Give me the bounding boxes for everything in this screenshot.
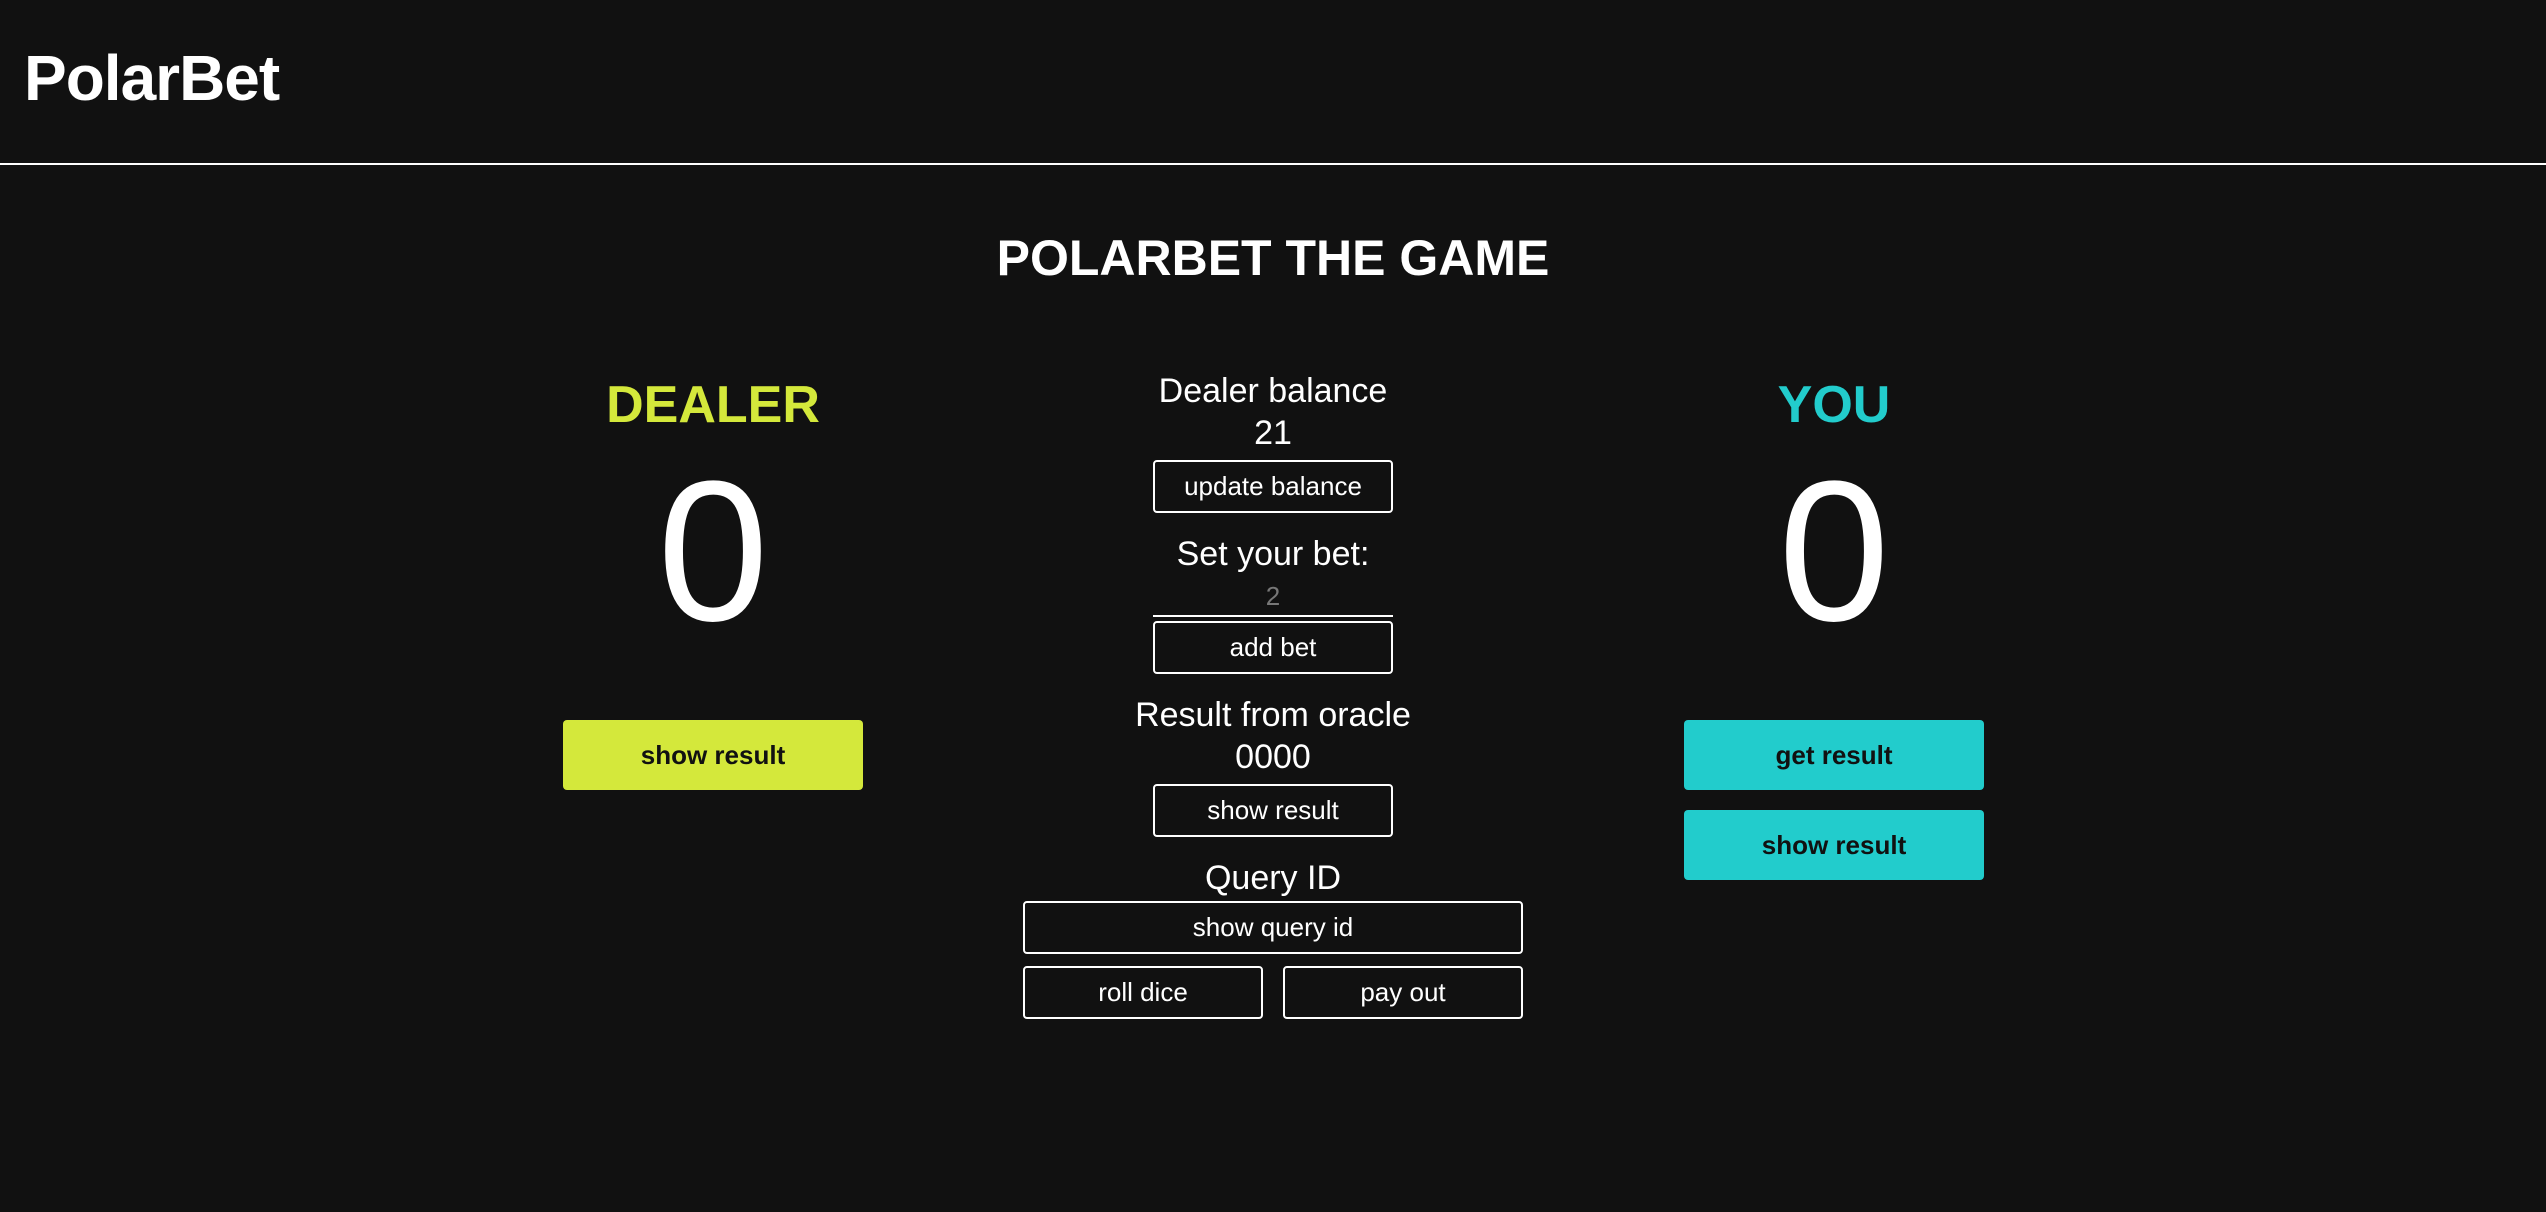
bet-input[interactable]: [1153, 577, 1393, 617]
add-bet-button[interactable]: add bet: [1153, 621, 1393, 674]
show-query-id-button[interactable]: show query id: [1023, 901, 1523, 954]
get-result-button[interactable]: get result: [1684, 720, 1984, 790]
dealer-balance-value: 21: [1254, 414, 1292, 452]
dealer-show-result-button[interactable]: show result: [563, 720, 863, 790]
dealer-score: 0: [657, 440, 769, 663]
dealer-panel: DEALER 0 show result: [563, 370, 863, 790]
roll-dice-button[interactable]: roll dice: [1023, 966, 1263, 1019]
dealer-balance-label: Dealer balance: [1158, 372, 1388, 410]
you-panel: YOU 0 get result show result: [1684, 370, 1984, 880]
you-show-result-button[interactable]: show result: [1684, 810, 1984, 880]
dealer-heading: DEALER: [606, 376, 820, 434]
page: PolarBet POLARBET THE GAME DEALER 0 show…: [0, 0, 2546, 1212]
brand-logo[interactable]: PolarBet: [24, 42, 280, 114]
pay-out-button[interactable]: pay out: [1283, 966, 1523, 1019]
oracle-show-result-button[interactable]: show result: [1153, 784, 1393, 837]
oracle-result-label: Result from oracle: [1135, 696, 1411, 734]
you-score: 0: [1778, 440, 1890, 663]
game-title: POLARBET THE GAME: [996, 230, 1550, 286]
center-panel: Dealer balance 21 update balance Set you…: [1000, 370, 1546, 1019]
header: PolarBet: [0, 0, 2546, 165]
set-bet-label: Set your bet:: [1176, 535, 1370, 573]
action-row: roll dice pay out: [1000, 966, 1546, 1019]
oracle-result-value: 0000: [1235, 738, 1311, 776]
update-balance-button[interactable]: update balance: [1153, 460, 1393, 513]
query-id-label: Query ID: [1204, 859, 1342, 897]
you-heading: YOU: [1777, 376, 1891, 434]
